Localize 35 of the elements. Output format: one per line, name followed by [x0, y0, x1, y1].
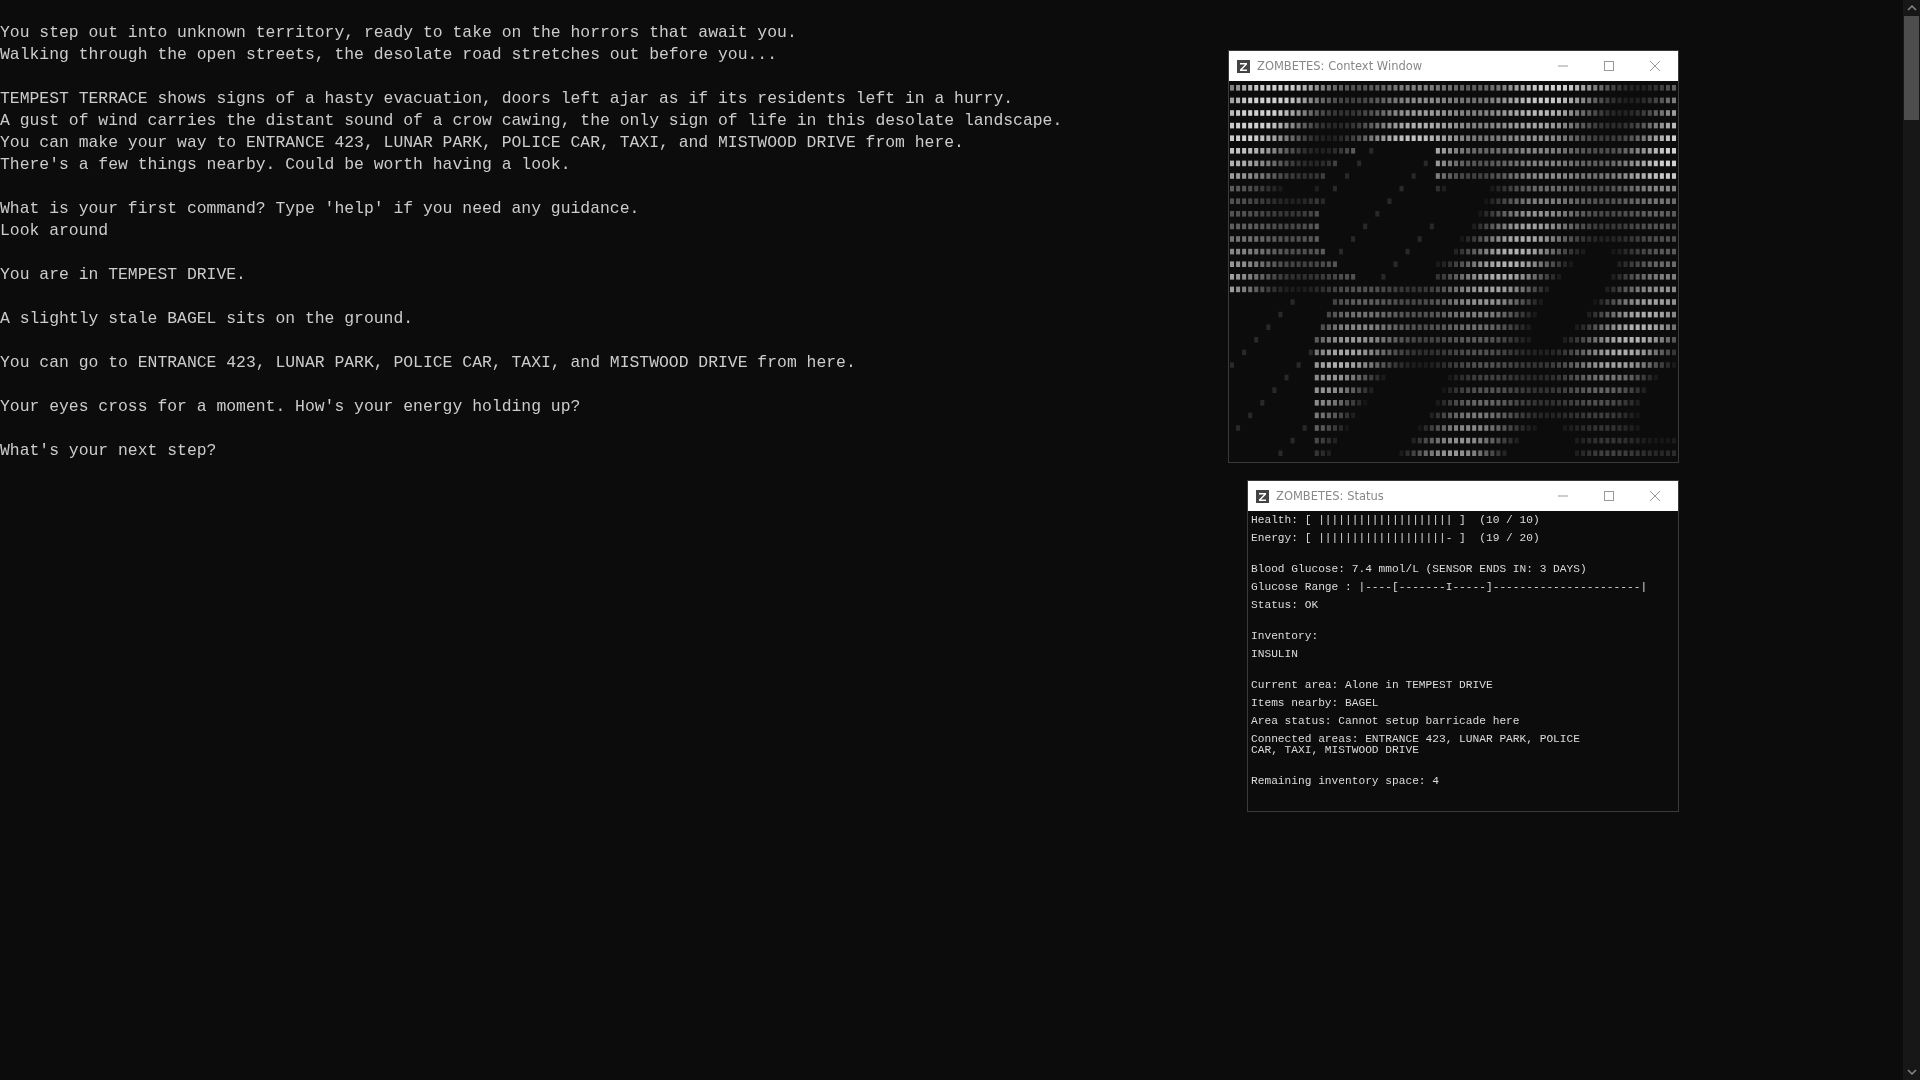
- console-line: What's your next step?: [0, 440, 217, 462]
- status-line: Items nearby: BAGEL: [1251, 695, 1380, 711]
- status-meter: Energy: [ |||||||||||||||||||- ] (19 / 20): [1251, 530, 1540, 546]
- maximize-icon: [1604, 491, 1614, 501]
- status-line: Current area: Alone in TEMPEST DRIVE: [1251, 677, 1494, 693]
- status-line: Connected areas: ENTRANCE 423, LUNAR PARK, POLICE CAR, TAXI, MISTWOOD DRIVE: [1251, 731, 1581, 758]
- close-icon: [1650, 491, 1660, 501]
- status-meter: Glucose Range : |----[-------I-----]----------------------|: [1251, 579, 1648, 595]
- console-line: You can make your way to ENTRANCE 423, LUNAR PARK, POLICE CAR, TAXI, and MISTWOOD DRIVE from here.: [0, 132, 964, 154]
- status-line: Status: OK: [1251, 597, 1320, 613]
- console-line: Your eyes cross for a moment. How's your energy holding up?: [0, 396, 581, 418]
- window-title: ZOMBETES: Status: [1276, 489, 1385, 503]
- console-line: A slightly stale BAGEL sits on the ground.: [0, 308, 414, 330]
- window-title: ZOMBETES: Context Window: [1257, 59, 1424, 73]
- console-line: What is your first command? Type 'help' if you need any guidance.: [0, 198, 640, 220]
- status-line: Remaining inventory space: 4: [1251, 773, 1440, 789]
- close-icon: [1650, 61, 1660, 71]
- scrollbar[interactable]: [1903, 0, 1920, 1080]
- console-line: You are in TEMPEST DRIVE.: [0, 264, 246, 286]
- status-line: Blood Glucose: 7.4 mmol/L (SENSOR ENDS IN: 3 DAYS): [1251, 561, 1588, 577]
- console-line: There's a few things nearby. Could be worth having a look.: [0, 154, 571, 176]
- app-icon: [1237, 59, 1250, 73]
- console-line: Walking through the open streets, the desolate road stretches out before you...: [0, 44, 778, 66]
- console-line: A gust of wind carries the distant sound of a crow cawing, the only sign of life in this desolate landscape.: [0, 110, 1063, 132]
- maximize-icon: [1604, 61, 1614, 71]
- status-line: Area status: Cannot setup barricade here: [1251, 713, 1521, 729]
- status-line: INSULIN: [1251, 646, 1299, 662]
- console-line: You step out into unknown territory, ready to take on the horrors that await you.: [0, 22, 797, 44]
- status-line: Inventory:: [1251, 628, 1320, 644]
- scroll-thumb[interactable]: [1904, 16, 1919, 120]
- console-line: TEMPEST TERRACE shows signs of a hasty evacuation, doors left ajar as if its residents left in a hurry.: [0, 88, 1014, 110]
- console-line: Look around: [0, 220, 109, 242]
- status-meter: Health: [ |||||||||||||||||||| ] (10 / 10): [1251, 512, 1540, 528]
- console-line: You can go to ENTRANCE 423, LUNAR PARK, POLICE CAR, TAXI, and MISTWOOD DRIVE from here.: [0, 352, 856, 374]
- app-icon: [1256, 489, 1269, 503]
